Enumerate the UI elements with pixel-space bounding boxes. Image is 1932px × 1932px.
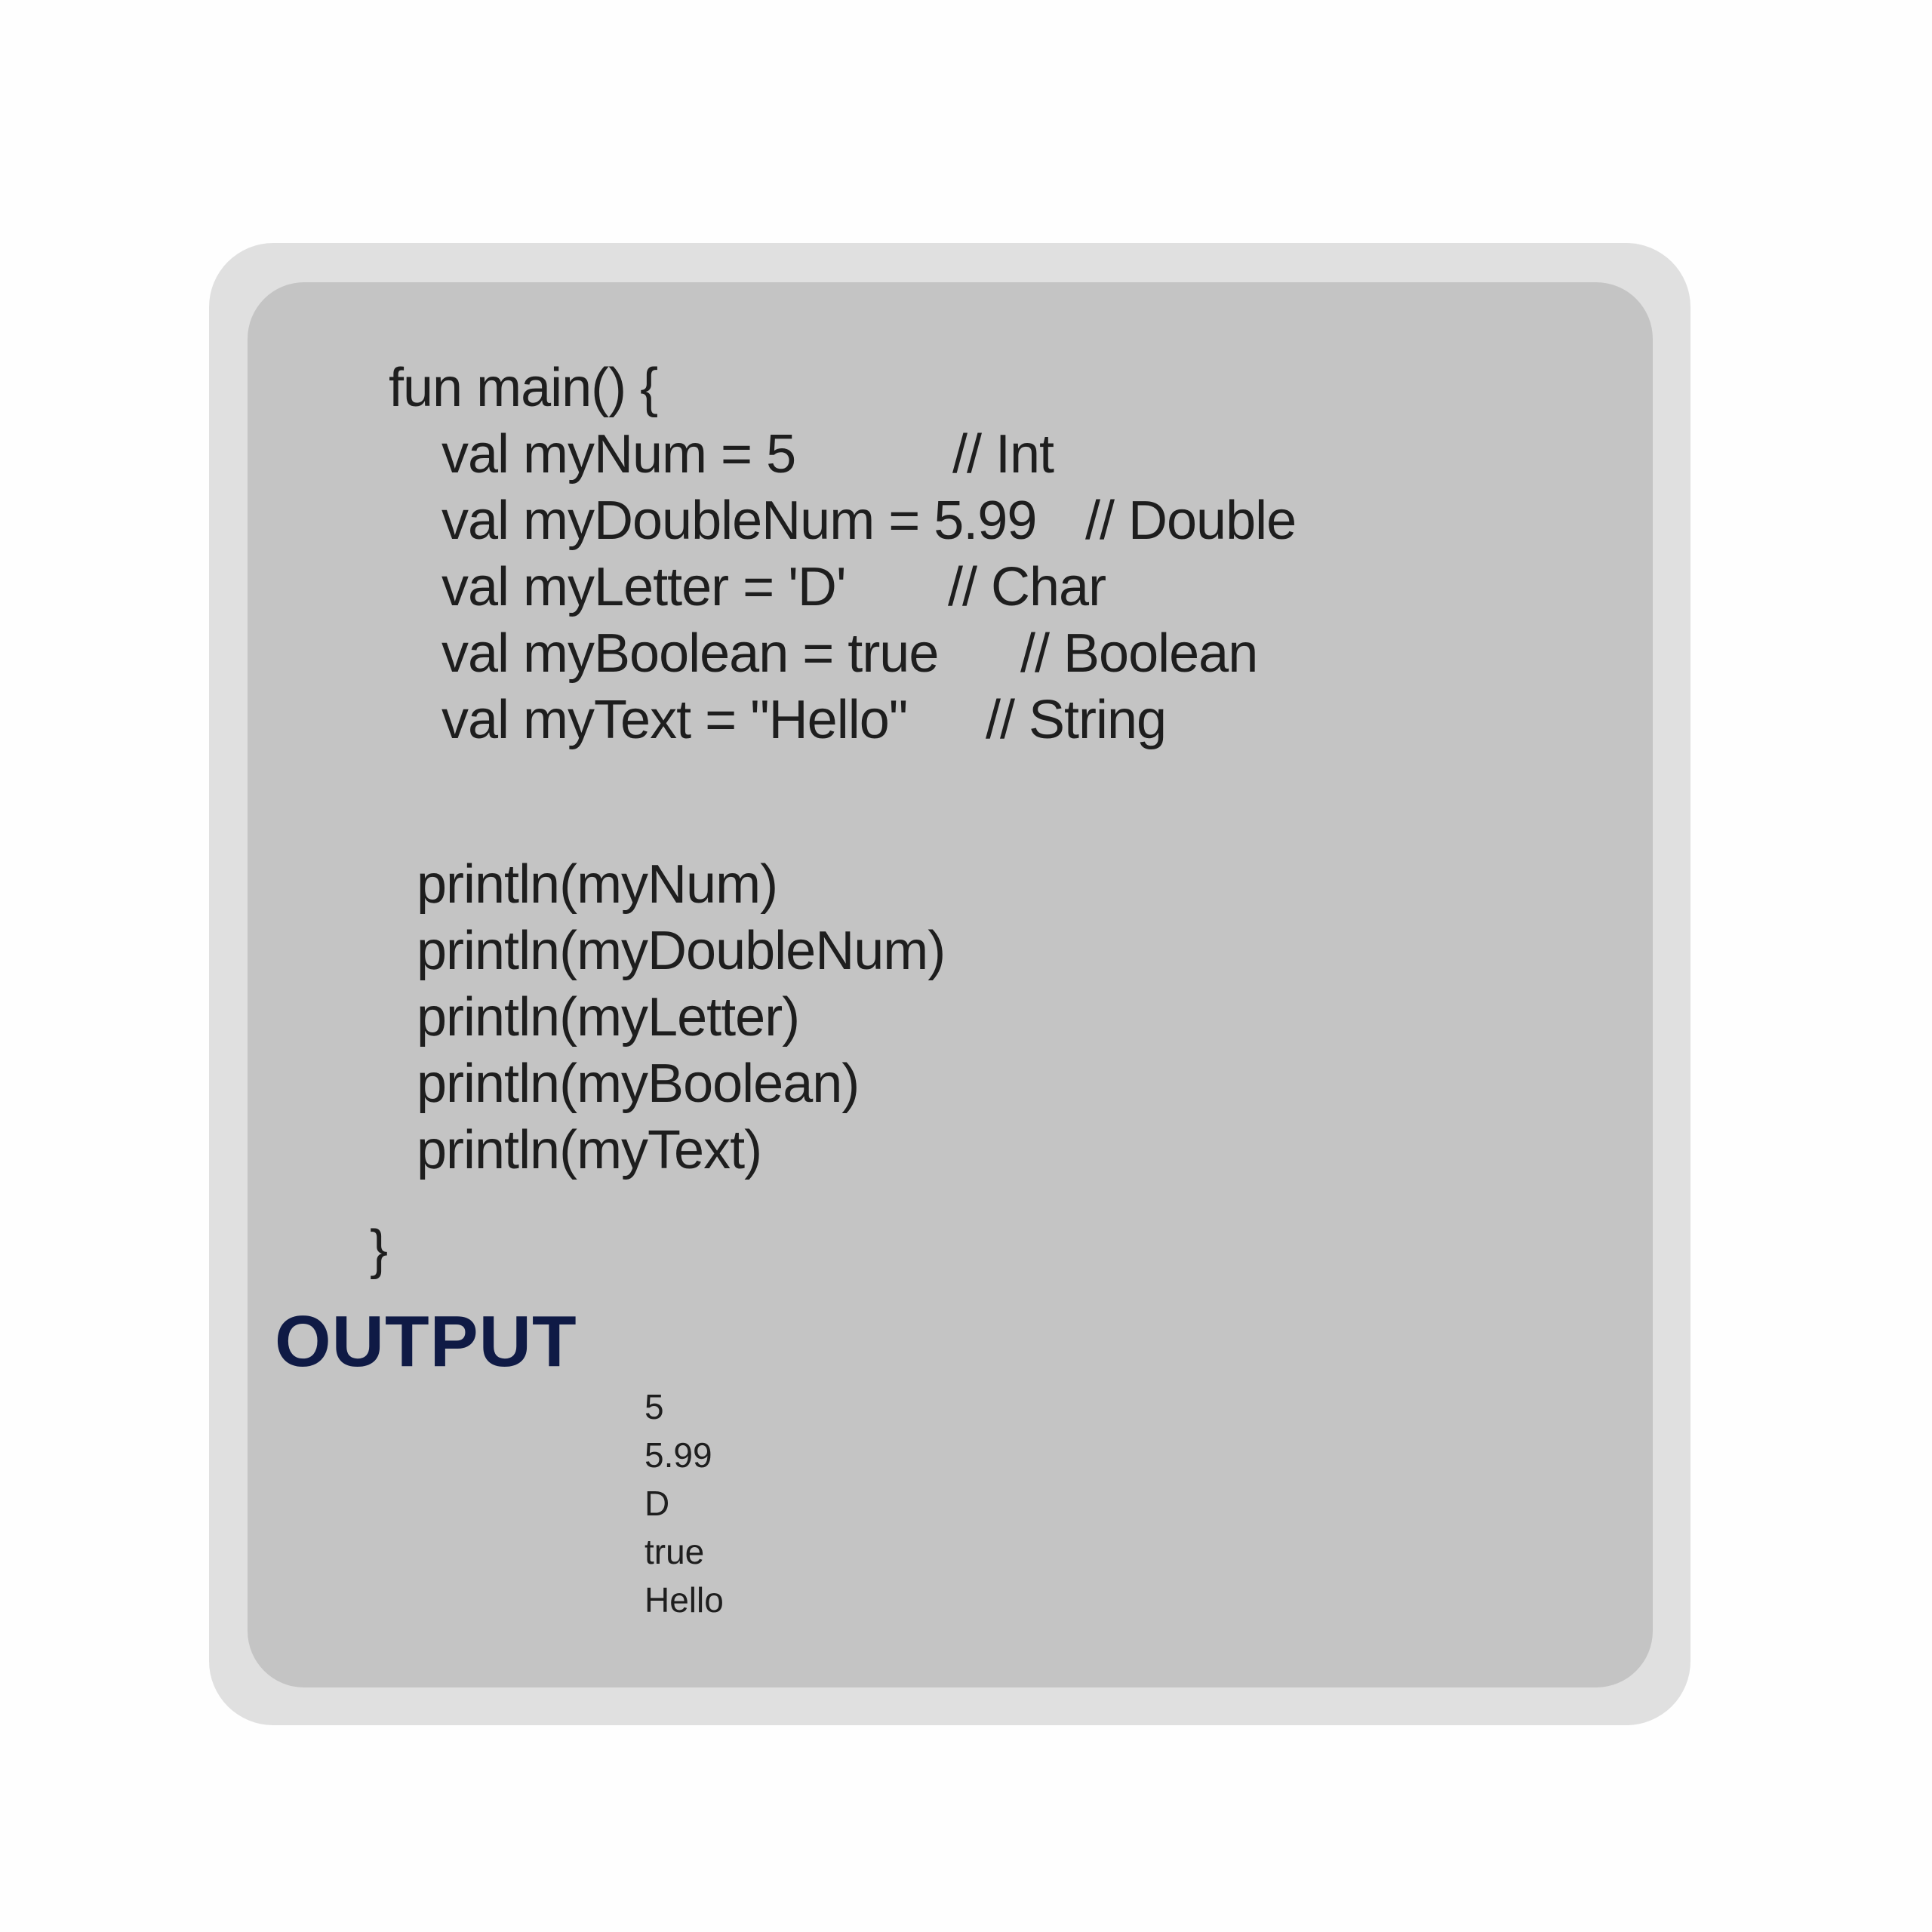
code-line-println: println(myNum) [417, 854, 778, 915]
output-line: D [645, 1484, 670, 1523]
output-line: 5 [645, 1387, 664, 1426]
code-line-declaration: val myLetter = 'D' [441, 557, 847, 617]
code-line-println: println(myLetter) [417, 987, 800, 1048]
code-line-println: println(myDoubleNum) [417, 921, 946, 981]
output-line: 5.99 [645, 1435, 712, 1475]
code-closing-brace: } [370, 1220, 388, 1280]
code-comment: // Char [948, 557, 1106, 617]
code-line-declaration: val myDoubleNum = 5.99 [441, 491, 1037, 551]
code-line-fun-main: fun main() { [389, 358, 658, 418]
code-line-declaration: val myText = "Hello" [441, 690, 908, 750]
code-line-println: println(myBoolean) [417, 1054, 860, 1114]
code-line-declaration: val myBoolean = true [441, 623, 939, 684]
code-line-declaration: val myNum = 5 [441, 424, 796, 485]
output-line: Hello [645, 1580, 724, 1620]
code-line-println: println(myText) [417, 1120, 762, 1180]
code-comment: // String [986, 690, 1167, 750]
code-comment: // Int [952, 424, 1054, 485]
output-line: true [645, 1532, 705, 1571]
output-heading: OUTPUT [275, 1301, 577, 1382]
code-comment: // Double [1085, 491, 1297, 551]
code-comment: // Boolean [1020, 623, 1258, 684]
